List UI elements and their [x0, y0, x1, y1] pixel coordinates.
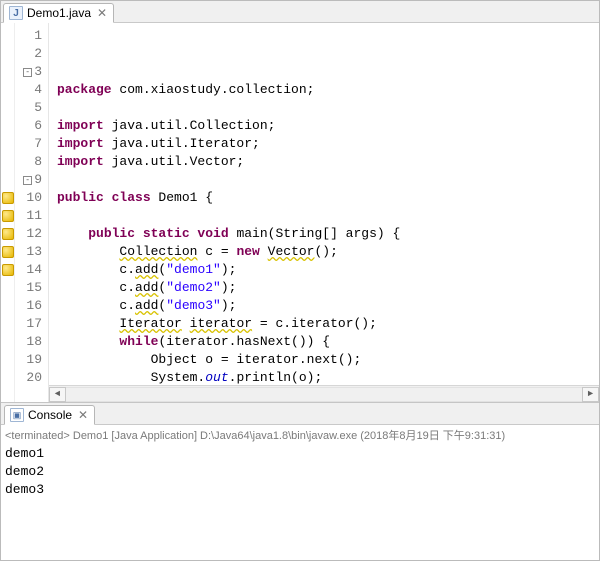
line-number: 13	[15, 243, 42, 261]
console-output: demo1demo2demo3	[5, 445, 595, 499]
code-line[interactable]	[57, 207, 599, 225]
editor-tab-label: Demo1.java	[27, 6, 91, 20]
ide-window: J Demo1.java ✕ 12-345678-910111213141516…	[0, 0, 600, 561]
line-number: 16	[15, 297, 42, 315]
marker-bar	[1, 23, 15, 402]
line-number: 18	[15, 333, 42, 351]
warning-marker-icon[interactable]	[2, 192, 14, 204]
line-number-gutter: 12-345678-91011121314151617181920	[15, 23, 49, 402]
editor-tabbar: J Demo1.java ✕	[1, 1, 599, 23]
console-icon: ▣	[10, 408, 24, 422]
code-editor[interactable]: 12-345678-91011121314151617181920 packag…	[1, 23, 599, 403]
code-line[interactable]	[57, 99, 599, 117]
code-line[interactable]: c.add("demo3");	[57, 297, 599, 315]
line-number: 4	[15, 81, 42, 99]
console-output-line: demo3	[5, 481, 595, 499]
line-number: 11	[15, 207, 42, 225]
code-line[interactable]: public static void main(String[] args) {	[57, 225, 599, 243]
close-icon[interactable]: ✕	[78, 408, 88, 422]
java-file-icon: J	[9, 6, 23, 20]
close-icon[interactable]: ✕	[97, 6, 107, 20]
line-number: -3	[15, 63, 42, 81]
code-area[interactable]: package com.xiaostudy.collection; import …	[49, 23, 599, 402]
scroll-left-arrow-icon[interactable]: ◄	[49, 387, 66, 402]
code-line[interactable]	[57, 171, 599, 189]
code-line[interactable]: import java.util.Iterator;	[57, 135, 599, 153]
code-line[interactable]: c.add("demo1");	[57, 261, 599, 279]
code-line[interactable]: while(iterator.hasNext()) {	[57, 333, 599, 351]
line-number: 2	[15, 45, 42, 63]
code-line[interactable]: Collection c = new Vector();	[57, 243, 599, 261]
line-number: 5	[15, 99, 42, 117]
line-number: 1	[15, 27, 42, 45]
console-view[interactable]: <terminated> Demo1 [Java Application] D:…	[1, 425, 599, 560]
line-number: 12	[15, 225, 42, 243]
line-number: 14	[15, 261, 42, 279]
code-line[interactable]: Iterator iterator = c.iterator();	[57, 315, 599, 333]
console-output-line: demo1	[5, 445, 595, 463]
warning-marker-icon[interactable]	[2, 210, 14, 222]
console-output-line: demo2	[5, 463, 595, 481]
code-line[interactable]: Object o = iterator.next();	[57, 351, 599, 369]
fold-minus-icon[interactable]: -	[23, 176, 32, 185]
scroll-right-arrow-icon[interactable]: ►	[582, 387, 599, 402]
code-line[interactable]: import java.util.Vector;	[57, 153, 599, 171]
console-tab[interactable]: ▣ Console ✕	[4, 405, 95, 425]
line-number: 20	[15, 369, 42, 387]
horizontal-scrollbar[interactable]: ◄ ►	[49, 385, 599, 402]
code-line[interactable]: import java.util.Collection;	[57, 117, 599, 135]
line-number: 6	[15, 117, 42, 135]
scroll-track[interactable]	[66, 387, 582, 402]
line-number: 15	[15, 279, 42, 297]
line-number: -9	[15, 171, 42, 189]
warning-marker-icon[interactable]	[2, 264, 14, 276]
editor-tab-demo1[interactable]: J Demo1.java ✕	[3, 3, 114, 23]
warning-marker-icon[interactable]	[2, 228, 14, 240]
line-number: 17	[15, 315, 42, 333]
line-number: 19	[15, 351, 42, 369]
code-line[interactable]: c.add("demo2");	[57, 279, 599, 297]
warning-marker-icon[interactable]	[2, 246, 14, 258]
code-line[interactable]: public class Demo1 {	[57, 189, 599, 207]
line-number: 10	[15, 189, 42, 207]
line-number: 8	[15, 153, 42, 171]
fold-minus-icon[interactable]: -	[23, 68, 32, 77]
code-line[interactable]: package com.xiaostudy.collection;	[57, 81, 599, 99]
console-tab-label: Console	[28, 408, 72, 422]
console-status-line: <terminated> Demo1 [Java Application] D:…	[5, 427, 595, 445]
console-tabbar: ▣ Console ✕	[1, 403, 599, 425]
line-number: 7	[15, 135, 42, 153]
